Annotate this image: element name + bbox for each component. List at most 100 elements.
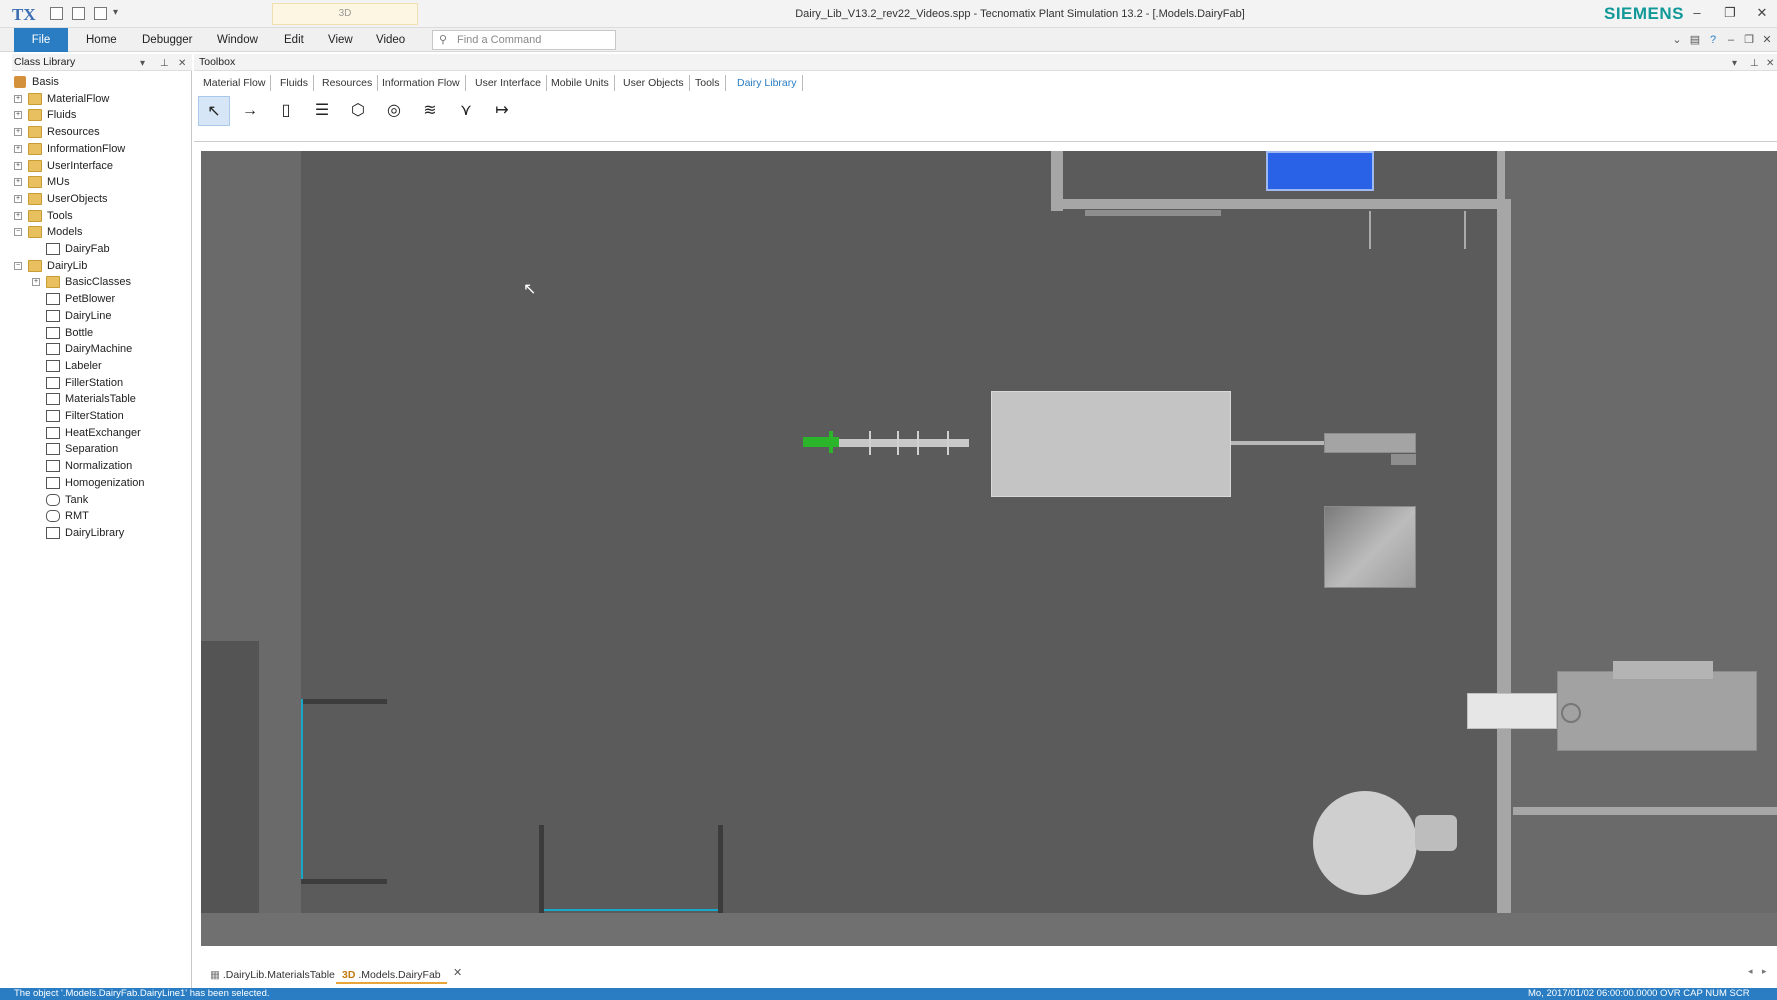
separator-top (1613, 661, 1713, 679)
toolbox-menu-icon[interactable]: ▾ (1732, 55, 1737, 72)
frame-icon (46, 443, 60, 456)
tab-fluids[interactable]: Fluids (275, 75, 315, 91)
station-icon (46, 359, 60, 372)
3d-badge: 3D (342, 969, 356, 981)
folder-icon (28, 226, 42, 239)
minimize-icon[interactable]: – (1688, 6, 1706, 22)
expand-icon[interactable]: + (14, 194, 22, 203)
close-icon[interactable]: ✕ (1753, 6, 1771, 22)
lightbulb-icon: ⚲ (439, 34, 448, 46)
filler-tool-icon[interactable]: ⋎ (450, 96, 482, 126)
labeler-unit[interactable] (1324, 433, 1416, 453)
expand-icon[interactable]: + (14, 111, 22, 120)
class-tree: Basis + MaterialFlow + Fluids + Resources +… (14, 76, 145, 539)
tab-user-interface[interactable]: User Interface (470, 75, 547, 91)
contextual-tab-3d[interactable]: 3D (272, 3, 418, 25)
dairy-machine[interactable] (991, 391, 1231, 497)
3d-viewport[interactable]: ↖ (201, 151, 1777, 946)
panel-menu-icon[interactable]: ▾ (140, 55, 145, 72)
tank-tool-icon[interactable]: ⬡ (342, 96, 374, 126)
mdi-close-icon[interactable]: ✕ (1760, 33, 1774, 47)
tab-mobile-units[interactable]: Mobile Units (546, 75, 615, 91)
menu-video[interactable]: Video (366, 28, 415, 52)
tab-material-flow[interactable]: Material Flow (198, 75, 272, 91)
table-icon: ▦ (210, 969, 223, 981)
mdi-minimize-icon[interactable]: – (1724, 33, 1738, 47)
collapse-icon[interactable]: − (14, 228, 22, 237)
folder-icon (46, 276, 60, 289)
entity-icon (46, 326, 60, 339)
source-tool-icon[interactable]: ↦ (486, 96, 518, 126)
dairyline-tool-icon[interactable]: ☰ (306, 96, 338, 126)
doc-tab-materialstable[interactable]: ▦ .DairyLib.MaterialsTable (204, 966, 341, 984)
expand-icon[interactable]: + (14, 94, 22, 103)
menu-view[interactable]: View (318, 28, 363, 52)
save-icon[interactable] (72, 7, 85, 20)
selected-dairyline-start[interactable] (803, 437, 839, 447)
dairyline-conveyor[interactable] (839, 439, 969, 447)
save-all-icon[interactable] (94, 7, 107, 20)
rack-post (539, 825, 544, 913)
connector-icon[interactable]: → (234, 96, 266, 126)
folder-icon (28, 192, 42, 205)
expand-icon[interactable]: + (14, 128, 22, 137)
folder-icon (28, 142, 42, 155)
toolbox-header: Toolbox ▾ ⊥ ✕ (194, 54, 1777, 71)
scroll-right-icon[interactable]: ▸ (1762, 966, 1767, 977)
separator-machine[interactable] (1557, 671, 1757, 751)
folder-icon (28, 209, 42, 222)
panel-close-icon[interactable]: ✕ (178, 55, 186, 72)
expand-icon[interactable]: + (32, 278, 40, 287)
scroll-left-icon[interactable]: ◂ (1748, 966, 1753, 977)
pin-icon[interactable]: ⊥ (160, 55, 169, 72)
rack-bar (301, 699, 387, 704)
find-command-input[interactable]: ⚲ Find a Command (432, 30, 616, 50)
menu-edit[interactable]: Edit (274, 28, 314, 52)
app-logo: TX (12, 5, 36, 24)
close-tab-icon[interactable]: ✕ (453, 966, 462, 979)
mdi-restore-icon[interactable]: ❐ (1742, 33, 1756, 47)
customize-quick-access-icon[interactable]: ▾ (113, 7, 118, 18)
conveyor-post (869, 431, 871, 455)
ribbon-options-icon[interactable]: ▤ (1688, 33, 1702, 47)
menu-window[interactable]: Window (207, 28, 268, 52)
pointer-icon[interactable]: ↖ (198, 96, 230, 126)
wall-shelf (1085, 210, 1221, 216)
frame-tool-icon[interactable]: ≋ (414, 96, 446, 126)
menu-home[interactable]: Home (76, 28, 127, 52)
machine-tool-icon[interactable]: ◎ (378, 96, 410, 126)
expand-icon[interactable]: + (14, 161, 22, 170)
outlet-conveyor[interactable] (1467, 693, 1557, 729)
restore-icon[interactable]: ❐ (1721, 6, 1739, 22)
tab-information-flow[interactable]: Information Flow (377, 75, 466, 91)
line-icon (46, 309, 60, 322)
help-icon[interactable]: ? (1706, 33, 1720, 47)
menu-debugger[interactable]: Debugger (132, 28, 203, 52)
tab-tools[interactable]: Tools (690, 75, 726, 91)
folder-icon (28, 92, 42, 105)
open-file-icon[interactable] (50, 7, 63, 20)
ribbon-collapse-icon[interactable]: ⌄ (1670, 33, 1684, 47)
folder-icon (28, 176, 42, 189)
blue-display[interactable] (1266, 151, 1374, 191)
doc-tab-dairyfab[interactable]: 3D .Models.DairyFab (336, 966, 447, 984)
bottle-tool-icon[interactable]: ▯ (270, 96, 302, 126)
expand-icon[interactable]: + (14, 211, 22, 220)
tab-resources[interactable]: Resources (317, 75, 379, 91)
tab-user-objects[interactable]: User Objects (618, 75, 690, 91)
menu-file[interactable]: File (14, 28, 68, 52)
collapse-icon[interactable]: − (14, 261, 22, 270)
folder-icon (28, 126, 42, 139)
rack-edge (544, 909, 718, 911)
tab-dairy-library[interactable]: Dairy Library (732, 75, 803, 91)
storage-tank[interactable] (1313, 791, 1417, 895)
tank-icon (46, 493, 60, 506)
folder-icon (28, 259, 42, 272)
expand-icon[interactable]: + (14, 144, 22, 153)
rack-edge (301, 699, 303, 879)
expand-icon[interactable]: + (14, 178, 22, 187)
frame-icon (46, 476, 60, 489)
toolbox-close-icon[interactable]: ✕ (1766, 55, 1774, 72)
filter-hopper[interactable] (1324, 506, 1416, 588)
toolbox-pin-icon[interactable]: ⊥ (1750, 55, 1759, 72)
